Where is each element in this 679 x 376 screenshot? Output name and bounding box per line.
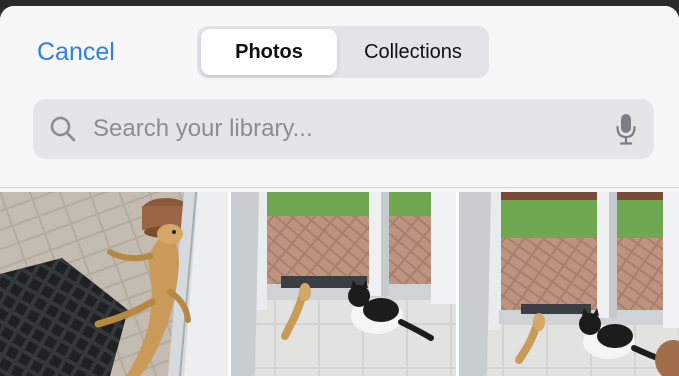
- search-input[interactable]: [93, 99, 593, 159]
- photo-lizard-cat-1: [231, 192, 456, 376]
- photo-lizard-door: [0, 192, 228, 376]
- photo-thumbnail-3[interactable]: [459, 192, 679, 376]
- tab-collections[interactable]: Collections: [339, 29, 487, 75]
- photo-thumbnail-2[interactable]: [231, 192, 456, 376]
- magnifying-glass-icon: [50, 116, 76, 142]
- photo-grid: [0, 192, 679, 376]
- photo-picker-sheet: Cancel Photos Collections: [0, 6, 679, 376]
- cancel-button[interactable]: Cancel: [37, 36, 115, 68]
- source-segmented-control: Photos Collections: [197, 26, 489, 78]
- microphone-icon[interactable]: [615, 113, 637, 145]
- search-bar[interactable]: [33, 99, 654, 159]
- picker-header: Cancel Photos Collections: [0, 6, 679, 188]
- photo-thumbnail-1[interactable]: [0, 192, 228, 376]
- photo-lizard-cat-2: [459, 192, 679, 376]
- header-divider: [0, 187, 679, 188]
- tab-photos[interactable]: Photos: [201, 29, 337, 75]
